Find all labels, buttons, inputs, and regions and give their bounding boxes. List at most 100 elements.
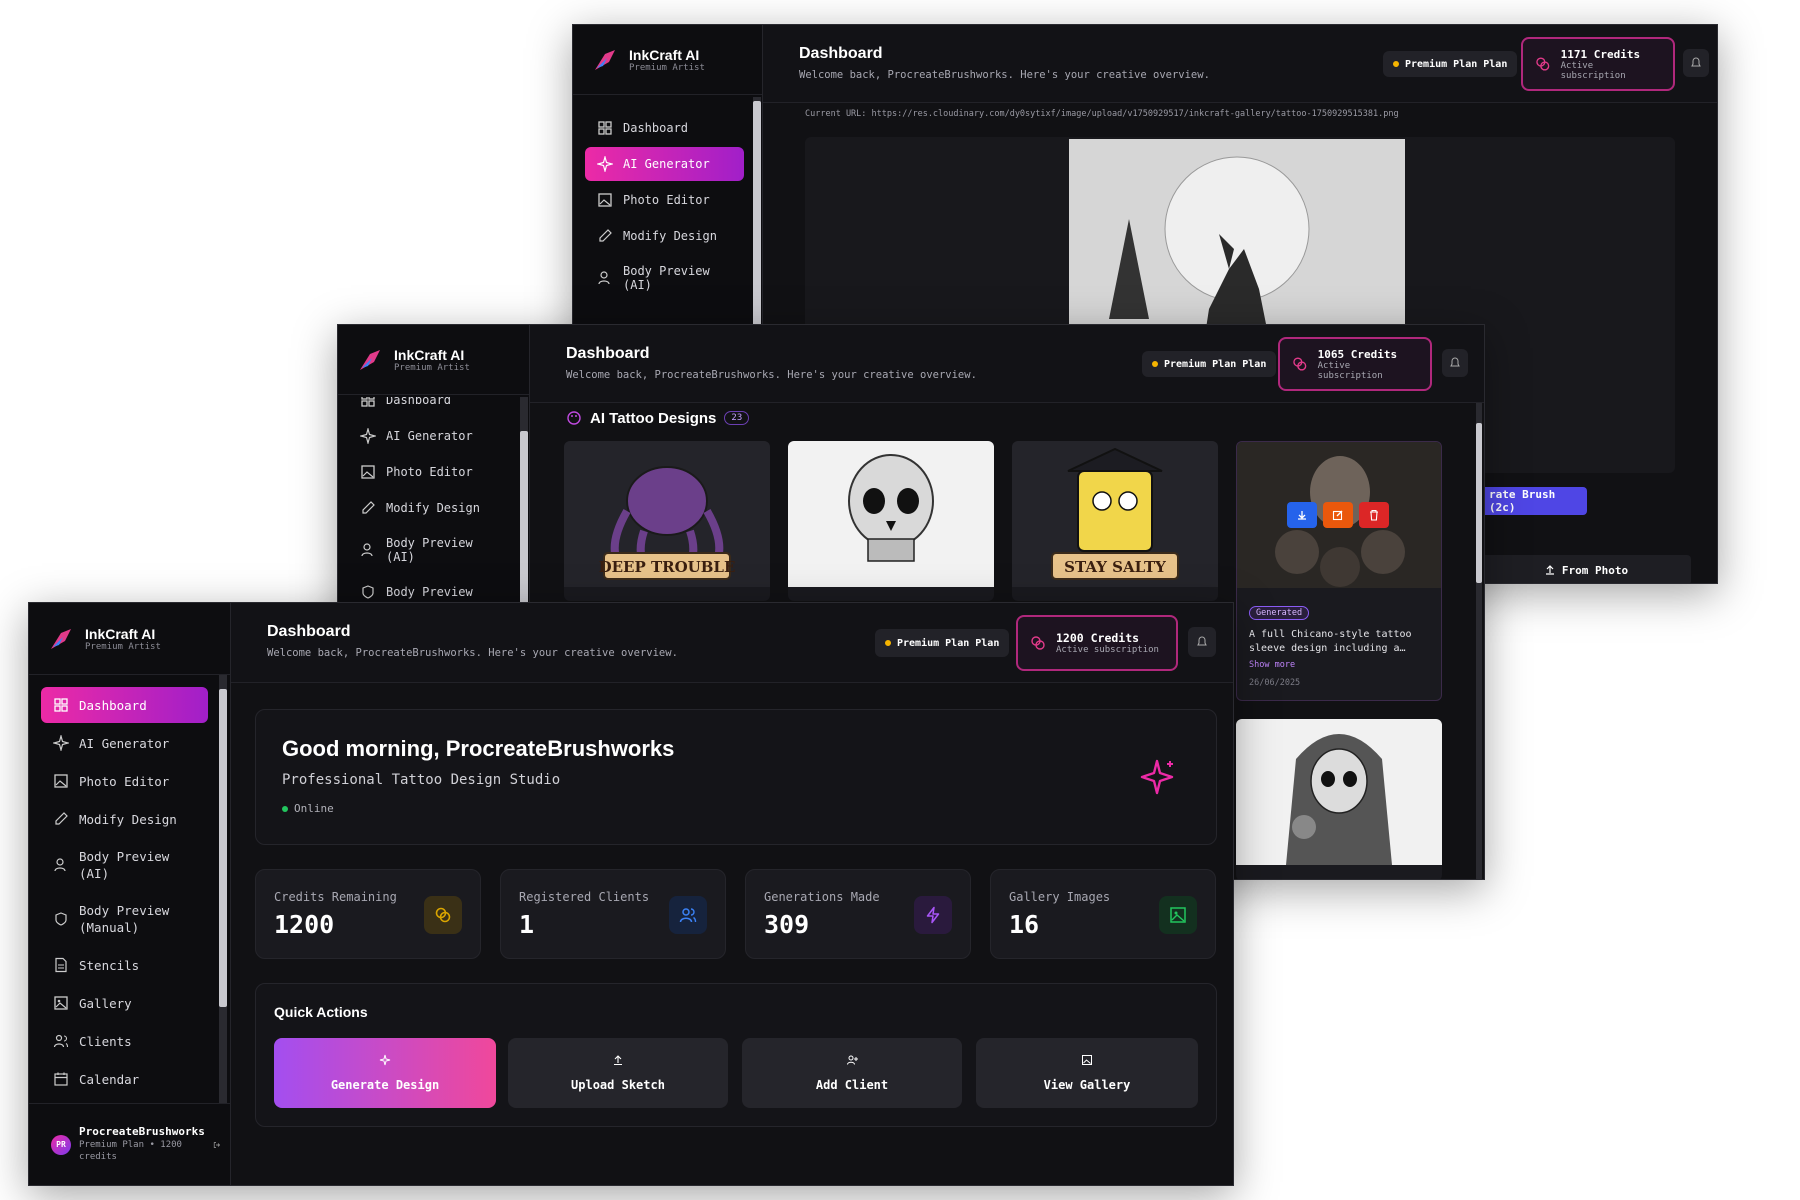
upload-sketch-button[interactable]: Upload Sketch: [508, 1038, 728, 1108]
credits-box[interactable]: 1065 Credits Active subscription: [1278, 337, 1432, 391]
design-card[interactable]: STAY SALTY: [1012, 441, 1218, 601]
delete-button[interactable]: [1359, 502, 1389, 528]
design-caption: STAY SALTY: [1064, 558, 1166, 576]
page-title: Dashboard: [566, 345, 650, 362]
sidebar-item-photo-editor[interactable]: Photo Editor: [585, 183, 744, 217]
bolt-icon: [914, 896, 952, 934]
sidebar-item-modify-design[interactable]: Modify Design: [41, 801, 208, 837]
sidebar-item-dashboard[interactable]: Dashboard: [41, 687, 208, 723]
status-dot: [1152, 361, 1158, 367]
sidebar-item-body-preview-manual[interactable]: Body Preview (Manual): [41, 893, 208, 945]
pen-icon: [55, 812, 68, 825]
octopus-design-image: DEEP TROUBLE: [564, 441, 770, 587]
studio-subtitle: Professional Tattoo Design Studio: [282, 772, 561, 788]
upload-icon: [614, 1055, 622, 1066]
coins-icon: [1293, 357, 1307, 371]
add-user-icon: [847, 1055, 858, 1065]
reaper-design-image: [1236, 719, 1442, 865]
sidebar-item-clients[interactable]: Clients: [41, 1023, 208, 1059]
coins-icon: [1031, 636, 1045, 650]
sidebar: InkCraft AI Premium Artist Dashboard AI …: [29, 603, 231, 1185]
notifications-button[interactable]: [1442, 349, 1468, 377]
sidebar-item-body-preview-ai[interactable]: Body Preview (AI): [585, 255, 744, 301]
avatar: PR: [51, 1134, 71, 1155]
sidebar-item-photo-editor[interactable]: Photo Editor: [350, 455, 511, 489]
design-card-selected[interactable]: Generated A full Chicano-style tattoo sl…: [1236, 441, 1442, 701]
stat-value: 16: [1009, 910, 1040, 939]
card-date: 26/06/2025: [1249, 678, 1301, 688]
stat-card-credits: Credits Remaining 1200: [255, 869, 481, 959]
view-gallery-button[interactable]: View Gallery: [976, 1038, 1198, 1108]
download-button[interactable]: [1287, 502, 1317, 528]
edit-button[interactable]: [1323, 502, 1353, 528]
notifications-button[interactable]: [1188, 627, 1216, 657]
sidebar-item-ai-generator[interactable]: AI Generator: [585, 147, 744, 181]
sidebar-item-label: Body Preview (Manual): [79, 902, 170, 936]
logout-icon[interactable]: [213, 1139, 220, 1151]
sidebar-item-label: Calendar: [79, 1071, 140, 1087]
from-photo-button[interactable]: From Photo: [1481, 555, 1691, 583]
sidebar-item-dashboard[interactable]: Dashboard: [350, 397, 511, 417]
coins-icon: [1536, 57, 1550, 71]
stat-label: Generations Made: [764, 890, 880, 904]
notifications-button[interactable]: [1683, 49, 1709, 77]
logo-row: InkCraft AI Premium Artist: [338, 325, 529, 395]
quick-actions-panel: Quick Actions Generate Design Upload Ske…: [255, 983, 1217, 1127]
greeting-card: Good morning, ProcreateBrushworks Profes…: [255, 709, 1217, 845]
sidebar-item-calendar[interactable]: Calendar: [41, 1061, 208, 1097]
add-client-button[interactable]: Add Client: [742, 1038, 962, 1108]
generate-design-button[interactable]: Generate Design: [274, 1038, 496, 1108]
stat-card-generations: Generations Made 309: [745, 869, 971, 959]
edit-icon: [1332, 510, 1343, 521]
brand-tagline: Premium Artist: [629, 62, 705, 73]
sidebar-item-modify-design[interactable]: Modify Design: [350, 491, 511, 525]
grid-icon: [361, 397, 375, 407]
sparkle-icon: [597, 156, 613, 172]
stat-value: 1200: [274, 910, 335, 939]
download-icon: [1298, 511, 1306, 520]
design-card[interactable]: [788, 441, 994, 601]
brand-name: InkCraft AI: [394, 346, 465, 363]
stat-label: Registered Clients: [519, 890, 650, 904]
logo-icon: [51, 628, 71, 649]
sidebar-item-ai-generator[interactable]: AI Generator: [350, 419, 511, 453]
bell-icon: [1691, 57, 1701, 67]
greeting-title: Good morning, ProcreateBrushworks: [282, 736, 675, 761]
shield-icon: [55, 912, 67, 926]
page-title: Dashboard: [799, 45, 883, 62]
credits-box[interactable]: 1171 Credits Active subscription: [1521, 37, 1675, 91]
show-more-link[interactable]: Show more: [1249, 660, 1429, 670]
logo-icon: [595, 49, 615, 70]
sidebar-item-ai-generator[interactable]: AI Generator: [41, 725, 208, 761]
quick-actions-title: Quick Actions: [274, 1004, 368, 1020]
image-icon: [1082, 1055, 1092, 1065]
brand-tagline: Premium Artist: [85, 641, 161, 652]
sidebar-item-label: Modify Design: [623, 229, 717, 243]
credits-subtitle: Active subscription: [1056, 645, 1159, 655]
sidebar-item-stencils[interactable]: Stencils: [41, 947, 208, 983]
design-card[interactable]: DEEP TROUBLE: [564, 441, 770, 601]
section-count-badge: 23: [724, 411, 750, 425]
sidebar-item-body-preview-ai[interactable]: Body Preview (AI): [350, 527, 511, 573]
page-subtitle: Welcome back, ProcreateBrushworks. Here'…: [267, 647, 678, 659]
sidebar-item-modify-design[interactable]: Modify Design: [585, 219, 744, 253]
photo-icon: [54, 774, 68, 788]
sidebar-item-photo-editor[interactable]: Photo Editor: [41, 763, 208, 799]
generated-badge: Generated: [1249, 606, 1310, 620]
coins-icon: [424, 896, 462, 934]
brand-tagline: Premium Artist: [394, 362, 470, 373]
plan-badge: Premium Plan Plan: [1142, 351, 1277, 377]
credits-box[interactable]: 1200 Credits Active subscription: [1016, 615, 1178, 671]
sidebar-item-gallery[interactable]: Gallery: [41, 985, 208, 1021]
card-action-bar: [1287, 502, 1389, 528]
photo-icon: [598, 193, 612, 207]
user-profile[interactable]: PR ProcreateBrushworks Premium Plan • 12…: [29, 1103, 230, 1185]
sidebar-item-dashboard[interactable]: Dashboard: [585, 111, 744, 145]
generate-brush-button[interactable]: rate Brush (2c): [1481, 487, 1587, 515]
content-scrollbar[interactable]: [1476, 403, 1482, 879]
sidebar-item-body-preview-ai[interactable]: Body Preview (AI): [41, 839, 208, 891]
sparkle-icon: [53, 735, 69, 751]
person-icon: [54, 858, 66, 872]
design-card[interactable]: [1236, 719, 1442, 879]
sidebar-scrollbar[interactable]: [219, 675, 227, 1103]
